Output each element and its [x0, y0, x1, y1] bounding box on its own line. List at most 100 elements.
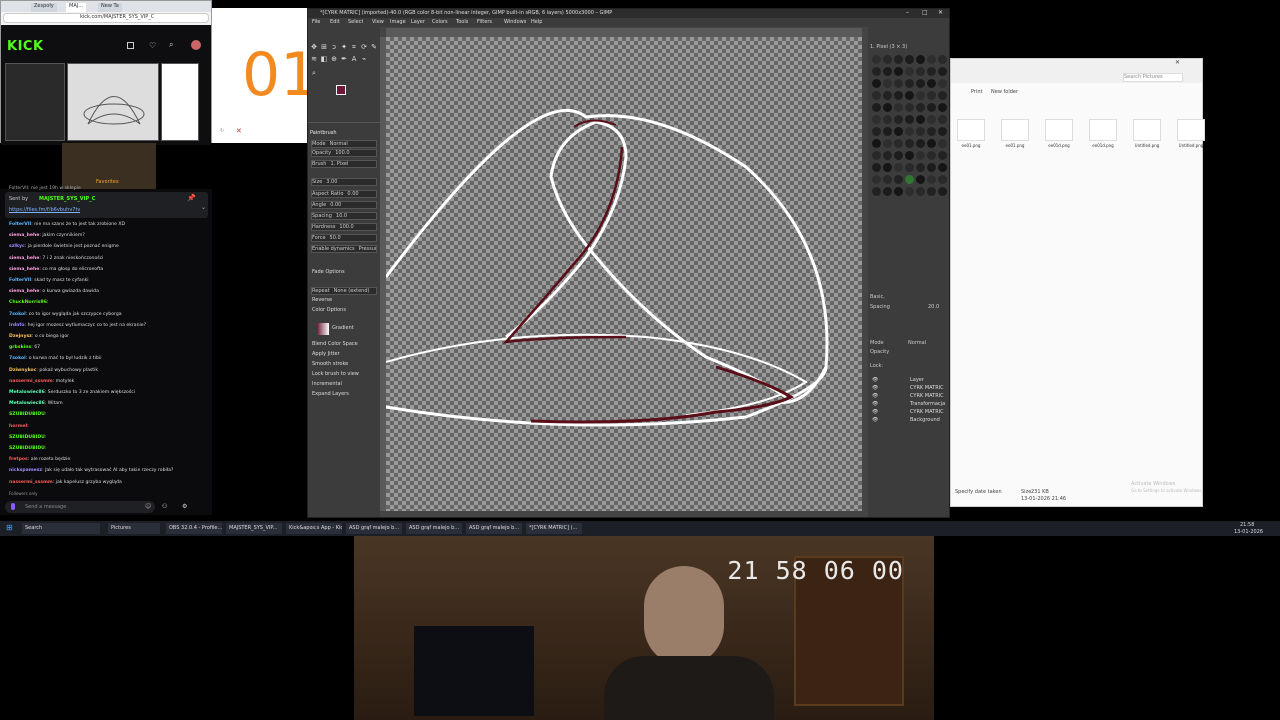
menu-view[interactable]: View	[372, 19, 384, 26]
chat-username[interactable]: FolterVII	[9, 222, 31, 227]
chat-username[interactable]: nassermi_sssmm	[9, 379, 53, 384]
chat-gear-icon[interactable]: ⚙	[182, 503, 187, 510]
path-tool-icon[interactable]: ✒	[340, 55, 348, 63]
brush-preset[interactable]	[938, 187, 947, 196]
expand-layers-checkbox[interactable]: Expand Layers	[312, 391, 349, 398]
brush-preset[interactable]	[883, 91, 892, 100]
stream-preview[interactable]	[67, 63, 159, 141]
menu-help[interactable]: Help	[531, 19, 542, 26]
chat-username[interactable]: siema_hehe	[9, 233, 39, 238]
file-thumbnail[interactable]	[1089, 119, 1117, 141]
brush-preset[interactable]	[872, 151, 881, 160]
brush-preset[interactable]	[872, 91, 881, 100]
brush-preset[interactable]	[894, 163, 903, 172]
brush-preset[interactable]	[894, 139, 903, 148]
brush-preset[interactable]	[905, 67, 914, 76]
brush-preset[interactable]	[872, 67, 881, 76]
brush-preset[interactable]	[916, 67, 925, 76]
brush-preset[interactable]	[883, 151, 892, 160]
brush-preset[interactable]	[905, 115, 914, 124]
brush-preset[interactable]	[872, 187, 881, 196]
brush-preset[interactable]	[938, 151, 947, 160]
brush-preset[interactable]	[894, 127, 903, 136]
brush-preset[interactable]	[927, 151, 936, 160]
brush-preset[interactable]	[927, 55, 936, 64]
brush-preset[interactable]	[927, 163, 936, 172]
brush-preset[interactable]	[905, 187, 914, 196]
brush-preset[interactable]	[883, 127, 892, 136]
brush-preset[interactable]	[905, 103, 914, 112]
taskbar-app[interactable]: MAJSTER_SYS_VIP...	[226, 523, 282, 534]
zoom-tool-icon[interactable]: ⌕	[310, 69, 318, 77]
brush-preset[interactable]	[894, 79, 903, 88]
brush-preset[interactable]	[938, 91, 947, 100]
lock-brush-checkbox[interactable]: Lock brush to view	[312, 371, 359, 378]
brush-preset[interactable]	[894, 115, 903, 124]
apply-jitter-checkbox[interactable]: Apply Jitter	[312, 351, 340, 358]
clone-tool-icon[interactable]: ⊕	[330, 55, 338, 63]
brush-preset[interactable]	[927, 187, 936, 196]
browser-tab-2[interactable]: MAJ...	[66, 3, 86, 12]
toolbar-print[interactable]: Print	[971, 89, 983, 96]
chat-username[interactable]: nassermi_sssmm	[9, 480, 53, 485]
windows-start-icon[interactable]: ⊞	[6, 523, 13, 532]
brush-preset[interactable]	[938, 79, 947, 88]
eye-icon[interactable]: 👁	[872, 417, 878, 423]
brush-preset[interactable]	[905, 91, 914, 100]
explorer-search-input[interactable]: Search Pictures	[1123, 73, 1183, 82]
brush-preset[interactable]	[905, 151, 914, 160]
brush-preset[interactable]	[905, 163, 914, 172]
avatar[interactable]	[191, 40, 201, 50]
file-thumbnail[interactable]	[1177, 119, 1205, 141]
brush-preset[interactable]	[872, 115, 881, 124]
chat-username[interactable]: lrdnfo	[9, 323, 25, 328]
taskbar-app[interactable]: ASD grąf malejo b...	[346, 523, 402, 534]
menu-layer[interactable]: Layer	[411, 19, 425, 26]
brush-preset[interactable]	[883, 79, 892, 88]
brush-preset[interactable]	[894, 103, 903, 112]
file-thumbnail[interactable]	[1045, 119, 1073, 141]
heart-icon[interactable]: ♡	[149, 41, 156, 50]
text-tool-icon[interactable]: A	[350, 55, 358, 63]
viewers-icon[interactable]: ⚇	[162, 503, 167, 510]
chat-username[interactable]: fretpos	[9, 457, 28, 462]
address-bar[interactable]: kick.com/MAJSTER_SYS_VIP_C	[3, 13, 209, 23]
chat-username[interactable]: hormel	[9, 424, 27, 429]
brush-preset[interactable]	[905, 175, 914, 184]
brush-preset[interactable]	[927, 127, 936, 136]
dynamics-option[interactable]: Enable dynamicsPressure Size	[311, 245, 377, 253]
layer-row[interactable]: 👁 CYRK MATRIC	[870, 409, 947, 417]
menu-tools[interactable]: Tools	[456, 19, 468, 26]
brush-preset[interactable]	[938, 163, 947, 172]
layer-row[interactable]: 👁 CYRK MATRIC	[870, 385, 947, 393]
spacing-option[interactable]: Spacing 10.0	[311, 212, 377, 220]
opacity-option[interactable]: Opacity 100.0	[311, 149, 377, 157]
rotate-tool-icon[interactable]: ⟳	[360, 43, 368, 51]
bucket-tool-icon[interactable]: ◧	[320, 55, 328, 63]
size-option[interactable]: Size 3.00	[311, 178, 377, 186]
close-icon[interactable]: ✕	[1175, 59, 1180, 66]
browser-tab-3[interactable]: New Ta	[98, 3, 122, 12]
brush-preset[interactable]	[872, 127, 881, 136]
lasso-tool-icon[interactable]: ↄ	[330, 43, 338, 51]
brush-preset[interactable]	[916, 163, 925, 172]
chat-username[interactable]: szlkyc	[9, 244, 25, 249]
menu-windows[interactable]: Windows	[504, 19, 526, 26]
chevron-down-icon[interactable]: ⌄	[201, 204, 206, 211]
brush-preset[interactable]	[883, 175, 892, 184]
file-thumbnail[interactable]	[957, 119, 985, 141]
toolbar-new-folder[interactable]: New folder	[991, 89, 1018, 96]
crop-tool-icon[interactable]: ⌗	[350, 43, 358, 51]
minimize-icon[interactable]: –	[906, 9, 909, 16]
angle-option[interactable]: Angle 0.00	[311, 201, 377, 209]
eye-icon[interactable]: 👁	[872, 409, 878, 415]
brush-preset[interactable]	[916, 55, 925, 64]
brush-preset[interactable]	[916, 79, 925, 88]
eye-icon[interactable]: 👁	[872, 393, 878, 399]
side-thumbnail[interactable]	[161, 63, 199, 141]
align-tool-icon[interactable]: ⊞	[320, 43, 328, 51]
brush-preset[interactable]	[938, 67, 947, 76]
layer-row[interactable]: 👁 Background	[870, 417, 947, 425]
chat-username[interactable]: Dzejnysz	[9, 334, 32, 339]
taskbar-app[interactable]: ASD grąf malejo b...	[406, 523, 462, 534]
